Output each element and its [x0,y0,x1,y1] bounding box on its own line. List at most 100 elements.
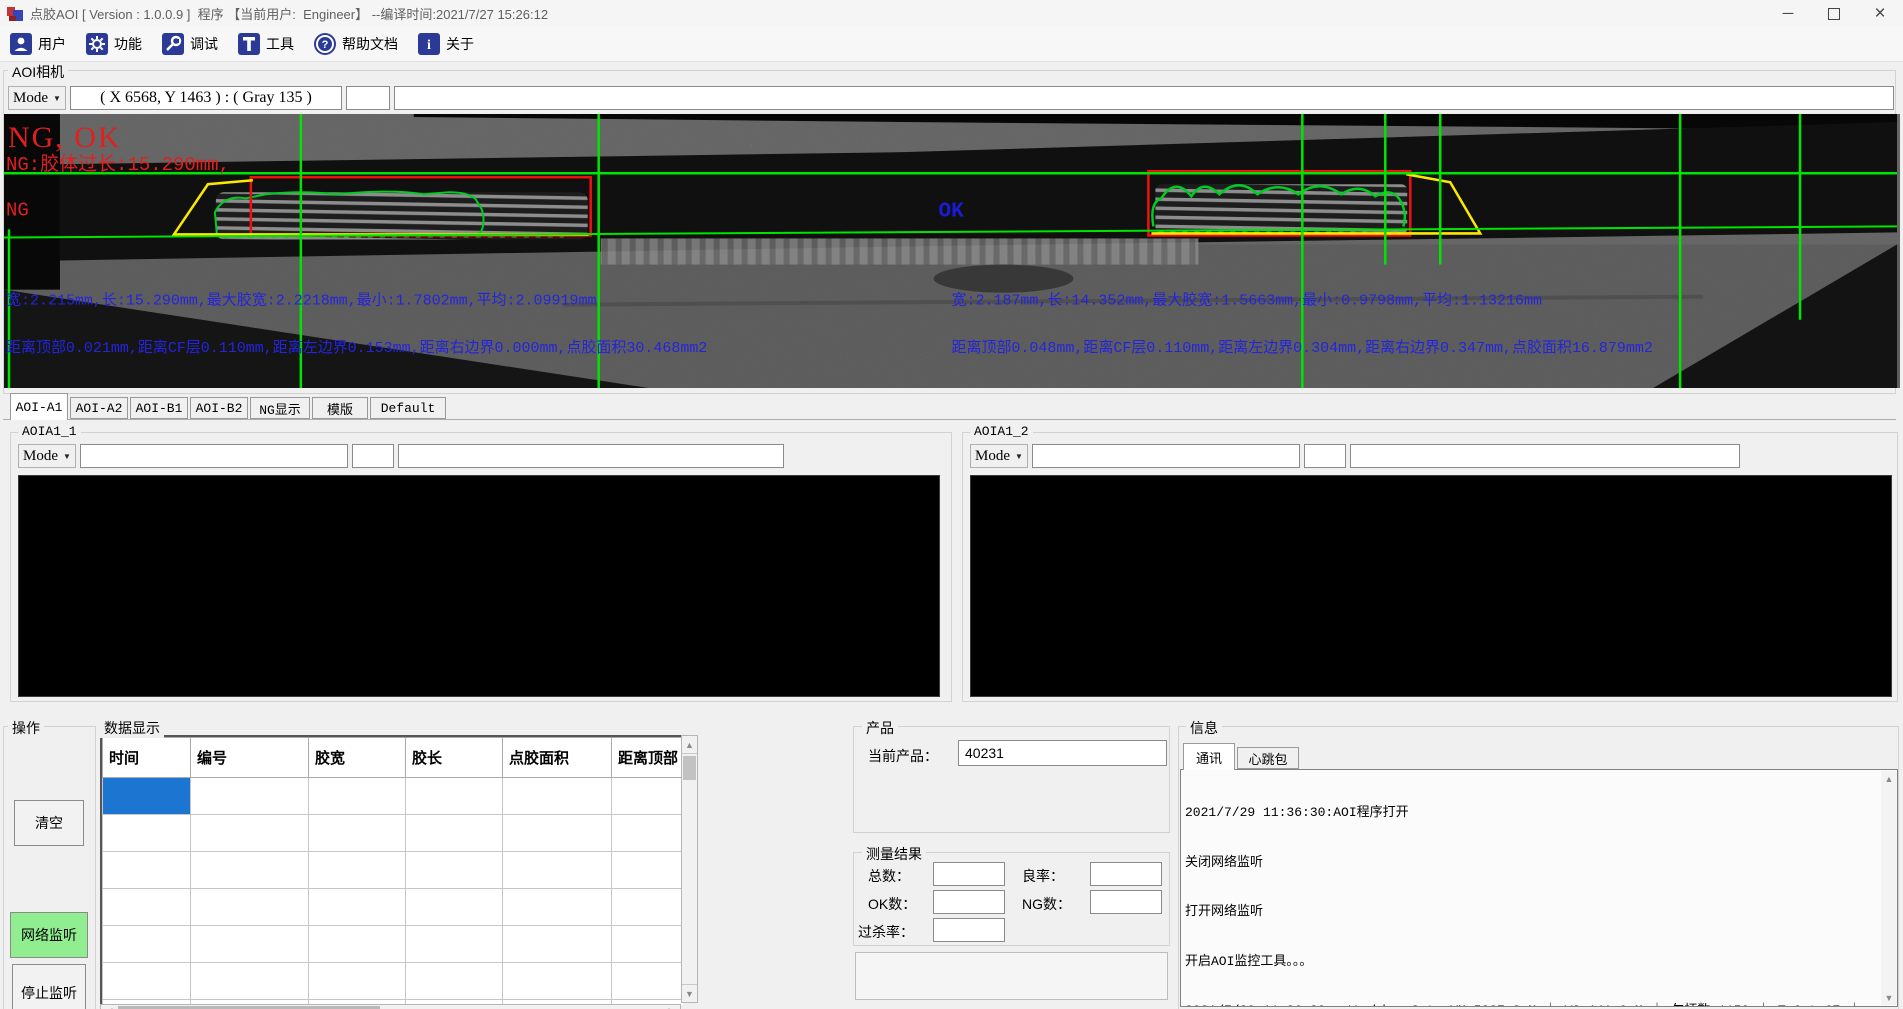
aoia1-1-image-view[interactable] [18,475,940,697]
toolbar-user-button[interactable]: 用户 [10,33,66,55]
aoia1-2-image-view[interactable] [970,475,1892,697]
total-field[interactable] [933,862,1005,886]
toolbar-help-button[interactable]: ? 帮助文档 [314,33,398,55]
overkill-label: 过杀率： [858,922,914,942]
col-id[interactable]: 编号 [191,738,309,778]
chevron-down-icon: ▼ [53,94,61,103]
log-line: 开启AOI监控工具。。。 [1185,954,1893,971]
selected-cell[interactable] [103,778,191,815]
tabstrip-baseline [3,419,1896,420]
camera-aux-field-1[interactable] [346,86,390,110]
tab-aoi-b2[interactable]: AOI-B2 [190,397,248,419]
about-icon: i [418,33,440,55]
tab-heartbeat[interactable]: 心跳包 [1237,747,1299,769]
scroll-right-icon[interactable]: ▶ [664,1005,680,1009]
tab-default[interactable]: Default [370,397,446,419]
ng-reason-text: NG:胶体过长:15.290mm, [6,153,230,176]
minimize-button[interactable]: ─ [1765,0,1811,27]
close-button[interactable]: × [1857,0,1903,27]
wrench-icon [162,33,184,55]
svg-text:?: ? [322,39,329,51]
tab-comm[interactable]: 通讯 [1183,743,1235,770]
col-glue-area[interactable]: 点胶面积 [503,738,612,778]
tab-ng-display[interactable]: NG显示 [250,397,310,419]
table-header-row: 时间 编号 胶宽 胶长 点胶面积 距离顶部 [103,738,684,778]
toolbar-about-button[interactable]: i 关于 [418,33,474,55]
clear-button[interactable]: 清空 [14,800,84,846]
toolbar-function-button[interactable]: 功能 [86,33,142,55]
camera-aux-field-2[interactable] [394,86,1894,110]
scroll-down-icon[interactable]: ▼ [682,984,697,1002]
toolbar-tools-button[interactable]: 工具 [238,33,294,55]
tab-aoi-b1[interactable]: AOI-B1 [130,397,188,419]
table-vscrollbar[interactable]: ▲ ▼ [681,735,698,1003]
camera-image-view[interactable]: NG, OK NG:胶体过长:15.290mm, NG OK 宽:2.215mm… [4,114,1900,388]
aoia1-2-field-3[interactable] [1350,444,1740,468]
table-vscroll-thumb[interactable] [683,756,696,780]
overkill-field[interactable] [933,918,1005,942]
tab-template[interactable]: 模版 [312,397,368,419]
hammer-icon [238,33,260,55]
tab-aoi-a2[interactable]: AOI-A2 [70,397,128,419]
table-hscrollbar[interactable]: ◀ ▶ [100,1004,681,1009]
scroll-up-icon[interactable]: ▲ [682,736,697,754]
product-group-label: 产品 [862,718,898,738]
aoia1-1-mode-dropdown[interactable]: Mode▼ [18,444,76,468]
scroll-up-icon[interactable]: ▲ [1881,771,1897,786]
title-bar: 点胶AOI [ Version : 1.0.0.9 ] 程序 【当前用户: En… [0,0,1903,27]
log-line: 2021/7/29 11:36:30:AOI程序打开 [1185,805,1893,822]
camera-mode-label: Mode [13,90,48,107]
table-row[interactable] [103,889,684,926]
left-measure-line2: 距离顶部0.021mm,距离CF层0.110mm,距离左边界0.153mm,距离… [6,339,707,357]
table-row[interactable] [103,778,684,815]
aoia1-1-label: AOIA1_1 [18,424,81,439]
ng-flag-text: NG [6,199,29,221]
aoia1-2-field-2[interactable] [1304,444,1346,468]
table-row[interactable] [103,852,684,889]
info-group-label: 信息 [1186,718,1222,738]
aoia1-1-field-3[interactable] [398,444,784,468]
col-glue-length[interactable]: 胶长 [406,738,503,778]
current-product-field[interactable]: 40231 [958,740,1167,766]
camera-group-label: AOI相机 [8,62,68,82]
scroll-left-icon[interactable]: ◀ [101,1005,117,1009]
tab-aoi-a1[interactable]: AOI-A1 [10,393,68,420]
data-table[interactable]: 时间 编号 胶宽 胶长 点胶面积 距离顶部 [100,735,683,1005]
ok-count-field[interactable] [933,890,1005,914]
aoia1-2-label: AOIA1_2 [970,424,1033,439]
toolbar-debug-button[interactable]: 调试 [162,33,218,55]
product-notes-panel [855,952,1168,1000]
help-icon: ? [314,33,336,55]
col-time[interactable]: 时间 [103,738,191,778]
aoia1-2-field-1[interactable] [1032,444,1300,468]
user-icon [10,33,32,55]
aoia1-1-field-2[interactable] [352,444,394,468]
scroll-down-icon[interactable]: ▼ [1881,990,1897,1005]
table-row[interactable] [103,926,684,963]
svg-text:i: i [427,38,431,53]
network-listen-button[interactable]: 网络监听 [10,912,88,958]
aoia1-2-mode-dropdown[interactable]: Mode▼ [970,444,1028,468]
toolbar-debug-label: 调试 [190,34,218,54]
maximize-button[interactable] [1811,0,1857,27]
toolbar-help-label: 帮助文档 [342,34,398,54]
camera-mode-dropdown[interactable]: Mode ▼ [8,86,66,110]
close-icon: × [1874,3,1885,25]
ng-count-field[interactable] [1090,890,1162,914]
log-vscrollbar[interactable]: ▲ ▼ [1881,771,1897,1005]
chevron-down-icon: ▼ [63,452,71,461]
toolbar-user-label: 用户 [38,34,66,54]
col-top-distance[interactable]: 距离顶部 [612,738,684,778]
operation-group-label: 操作 [8,718,44,738]
aoia1-1-field-1[interactable] [80,444,348,468]
col-glue-width[interactable]: 胶宽 [309,738,406,778]
stop-listen-button[interactable]: 停止监听 [12,964,86,1009]
table-row[interactable] [103,963,684,1000]
yield-field[interactable] [1090,862,1162,886]
main-toolbar: 用户 功能 调试 工具 [0,27,1903,62]
log-line: 打开网络监听 [1185,904,1893,921]
comm-log[interactable]: 2021/7/29 11:36:30:AOI程序打开 关闭网络监听 打开网络监听… [1180,769,1898,1007]
table-row[interactable] [103,815,684,852]
toolbar-about-label: 关于 [446,34,474,54]
maximize-icon [1828,8,1840,20]
